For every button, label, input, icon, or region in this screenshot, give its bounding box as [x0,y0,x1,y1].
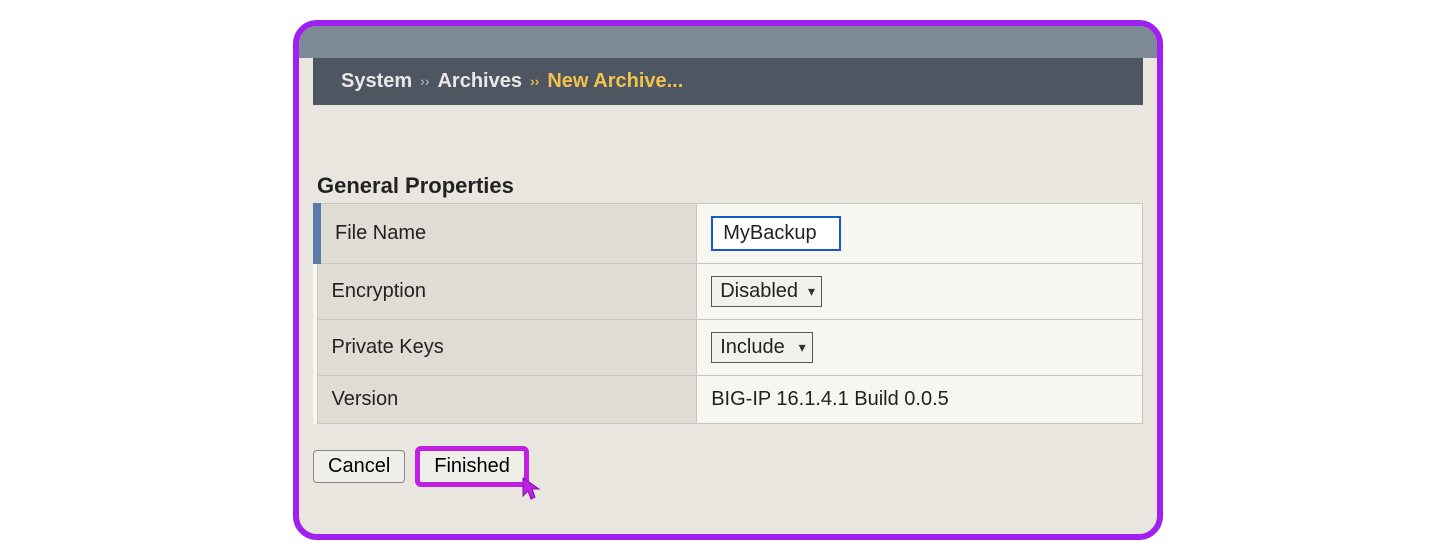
row-private-keys: Private Keys Include ▾ [317,319,1143,375]
encryption-value: Disabled [720,280,798,303]
section-title: General Properties [317,173,1143,199]
breadcrumb-current: New Archive... [547,70,683,93]
encryption-label: Encryption [317,263,697,319]
version-value: BIG-IP 16.1.4.1 Build 0.0.5 [697,375,1143,423]
file-name-label: File Name [317,203,697,263]
private-keys-label: Private Keys [317,319,697,375]
cancel-button[interactable]: Cancel [313,450,405,483]
properties-table: File Name MyBackup Encryption Disabled ▾… [313,203,1143,424]
private-keys-value: Include [720,336,785,359]
row-encryption: Encryption Disabled ▾ [317,263,1143,319]
finished-button[interactable]: Finished [419,450,525,483]
breadcrumb: System ›› Archives ›› New Archive... [313,58,1143,105]
breadcrumb-separator-icon: ›› [420,73,429,89]
content-area: General Properties File Name MyBackup En… [299,105,1157,503]
chevron-down-icon: ▾ [808,283,815,300]
version-label: Version [317,375,697,423]
row-file-name: File Name MyBackup [317,203,1143,263]
row-version: Version BIG-IP 16.1.4.1 Build 0.0.5 [317,375,1143,423]
encryption-select[interactable]: Disabled ▾ [711,276,822,307]
breadcrumb-separator-icon: ›› [530,73,539,89]
titlebar-strip [299,26,1157,58]
breadcrumb-archives[interactable]: Archives [437,70,522,93]
chevron-down-icon: ▾ [795,339,806,356]
breadcrumb-system[interactable]: System [341,70,412,93]
file-name-input[interactable]: MyBackup [711,216,841,251]
private-keys-select[interactable]: Include ▾ [711,332,812,363]
window-frame: System ›› Archives ›› New Archive... Gen… [293,20,1163,540]
button-row: Cancel Finished [313,450,1143,483]
